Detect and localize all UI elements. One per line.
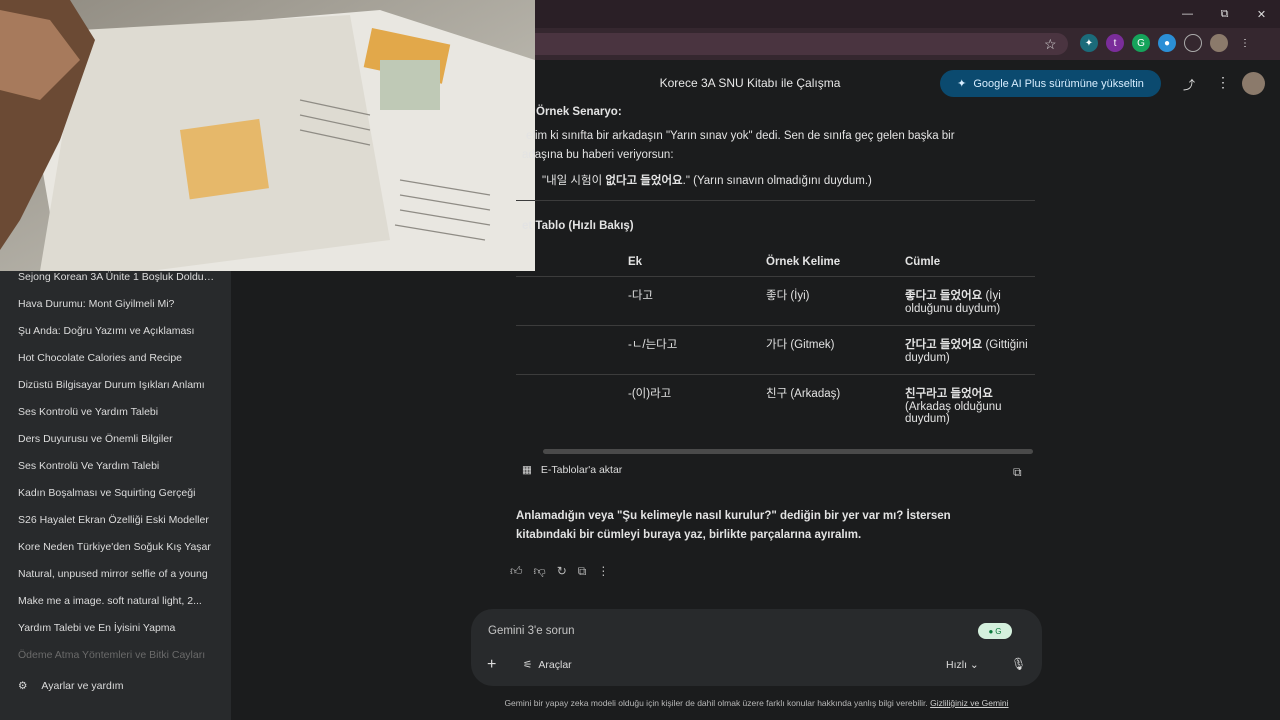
tools-label: Araçlar [538, 659, 572, 671]
thumbs-up-icon[interactable]: 👍︎ [510, 564, 523, 579]
scenario-heading: Örnek Senaryo: [536, 106, 622, 118]
sidebar-item[interactable]: Ödeme Atma Yöntemleri ve Bitki Cayları [18, 649, 216, 661]
table-cell: -다고 [628, 276, 766, 326]
closing-paragraph: Anlamadığın veya "Şu kelimeyle nasıl kur… [516, 510, 951, 541]
column-header: Örnek Kelime [766, 256, 841, 268]
sidebar-item[interactable]: Şu Anda: Doğru Yazımı ve Açıklaması [18, 325, 216, 337]
table-cell: 친구 (Arkadaş) [766, 374, 905, 435]
sidebar-item[interactable]: Kadın Boşalması ve Squirting Gerçeği [18, 487, 216, 499]
sidebar-item[interactable]: Sejong Korean 3A Ünite 1 Boşluk Doldurma [18, 271, 216, 283]
menu-icon[interactable]: ⋮ [1236, 34, 1254, 52]
response-actions: 👍︎ 👎︎ ↻ ⧉ ⋮ [510, 564, 609, 579]
sidebar-item[interactable]: Natural, unpused mirror selfie of a youn… [18, 568, 216, 580]
sidebar-item[interactable]: Ses Kontrolü Ve Yardım Talebi [18, 460, 216, 472]
tools-icon: ⚟ [523, 659, 533, 671]
upgrade-button[interactable]: ✦ Google AI Plus sürümüne yükseltin [940, 70, 1161, 97]
gear-icon: ⚙ [18, 680, 28, 692]
model-speed-select[interactable]: Hızlı ⌄ [946, 659, 979, 671]
column-header: Ek [628, 256, 643, 268]
minimize-button[interactable]: — [1169, 0, 1206, 28]
close-button[interactable]: ✕ [1243, 0, 1280, 28]
table-cell: 가다 (Gitmek) [766, 325, 905, 375]
extension-icon[interactable]: t [1106, 34, 1124, 52]
sidebar-item[interactable]: Make me a image. soft natural light, 2..… [18, 595, 216, 607]
table-heading: et Tablo (Hızlı Bakış) [522, 220, 634, 232]
sidebar-item[interactable]: Ses Kontrolü ve Yardım Talebi [18, 406, 216, 418]
restore-button[interactable]: ⧉ [1206, 0, 1243, 28]
conversation-title: Korece 3A SNU Kitabı ile Çalışma [659, 76, 841, 90]
sidebar-item[interactable]: S26 Hayalet Ekran Özelliği Eski Modeller [18, 514, 216, 526]
thumbs-down-icon[interactable]: 👎︎ [534, 564, 546, 579]
upgrade-label: Google AI Plus sürümüne yükseltin [973, 77, 1144, 90]
table-icon: ▦ [522, 464, 532, 476]
chevron-down-icon: ⌄ [969, 659, 979, 671]
example-sentence: "내일 시험이 없다고 들었어요." (Yarın sınavın olmadı… [542, 175, 872, 187]
divider [516, 200, 1035, 201]
sidebar-item[interactable]: Hot Chocolate Calories and Recipe [18, 352, 216, 364]
table-row: -ㄴ/는다고 가다 (Gitmek) 간다고 들었어요 (Gittiğini d… [516, 325, 1035, 375]
extension-icon[interactable]: ● [1158, 34, 1176, 52]
sidebar-item[interactable]: Yardım Talebi ve En İyisini Yapma [18, 622, 216, 634]
table-cell: 좋다고 들었어요 (İyi olduğunu duydum) [905, 276, 1035, 326]
sidebar-item[interactable]: Hava Durumu: Mont Giyilmeli Mi? [18, 298, 216, 310]
export-sheets-button[interactable]: ▦ E-Tablolar'a aktar [522, 464, 622, 476]
sidebar-item[interactable]: Kore Neden Türkiye'den Soğuk Kış Yaşar [18, 541, 216, 553]
table-cell: 좋다 (İyi) [766, 276, 905, 326]
more-options-icon[interactable]: ⋮ [1216, 74, 1230, 91]
video-overlay [0, 0, 535, 271]
table-cell: -ㄴ/는다고 [628, 325, 766, 375]
puzzle-icon[interactable] [1184, 34, 1202, 52]
export-label: E-Tablolar'a aktar [540, 464, 623, 476]
add-icon[interactable]: + [487, 656, 496, 674]
tools-button[interactable]: ⚟ Araçlar [523, 659, 572, 671]
settings-button[interactable]: ⚙ Ayarlar ve yardım [18, 680, 124, 692]
table-scrollbar[interactable] [543, 449, 1033, 454]
window-controls: — ⧉ ✕ [1169, 0, 1280, 28]
settings-label: Ayarlar ve yardım [41, 680, 124, 692]
microphone-icon[interactable]: 🎙︎ [1011, 657, 1026, 671]
table-cell: 친구라고 들었어요 (Arkadaş olduğunu duydum) [905, 374, 1035, 435]
copy-table-icon[interactable]: ⧉ [1013, 465, 1022, 480]
textbook-photo [0, 0, 535, 271]
column-header: Cümle [905, 256, 941, 268]
sidebar-item[interactable]: Ders Duyurusu ve Önemli Bilgiler [18, 433, 216, 445]
address-bar[interactable] [520, 33, 1068, 55]
scenario-line: adaşına bu haberi veriyorsun: [522, 149, 674, 161]
extensions-bar: ✦ t G ● ⋮ [1080, 34, 1254, 52]
avatar[interactable] [1242, 72, 1265, 95]
table-cell: -(이)라고 [628, 374, 766, 435]
scenario-line: elim ki sınıfta bir arkadaşın "Yarın sın… [526, 130, 955, 142]
grammarly-icon[interactable]: G [1132, 34, 1150, 52]
copy-icon[interactable]: ⧉ [578, 564, 587, 579]
regenerate-icon[interactable]: ↻ [557, 564, 567, 579]
prompt-input[interactable]: Gemini 3'e sorun [488, 625, 575, 637]
sidebar-item[interactable]: Dizüstü Bilgisayar Durum Işıkları Anlamı [18, 379, 216, 391]
share-icon[interactable]: ⤴ [1183, 76, 1195, 93]
table-row: -다고 좋다 (İyi) 좋다고 들었어요 (İyi olduğunu duyd… [516, 276, 1035, 326]
star-icon[interactable]: ☆ [1044, 36, 1057, 53]
privacy-link[interactable]: Gizliliğiniz ve Gemini [930, 698, 1008, 708]
table-row: -(이)라고 친구 (Arkadaş) 친구라고 들었어요 (Arkadaş o… [516, 374, 1035, 435]
prompt-box [471, 609, 1042, 686]
disclaimer: Gemini bir yapay zeka modeli olduğu için… [504, 698, 1009, 708]
extension-icon[interactable]: ✦ [1080, 34, 1098, 52]
table-cell: 간다고 들었어요 (Gittiğini duydum) [905, 325, 1035, 375]
grammarly-badge[interactable]: ● G [978, 623, 1012, 639]
sparkle-icon: ✦ [957, 78, 967, 90]
profile-avatar[interactable] [1210, 34, 1228, 52]
grammar-table: Ek Örnek Kelime Cümle -다고 좋다 (İyi) 좋다고 들… [516, 250, 1035, 435]
more-icon[interactable]: ⋮ [597, 564, 609, 579]
